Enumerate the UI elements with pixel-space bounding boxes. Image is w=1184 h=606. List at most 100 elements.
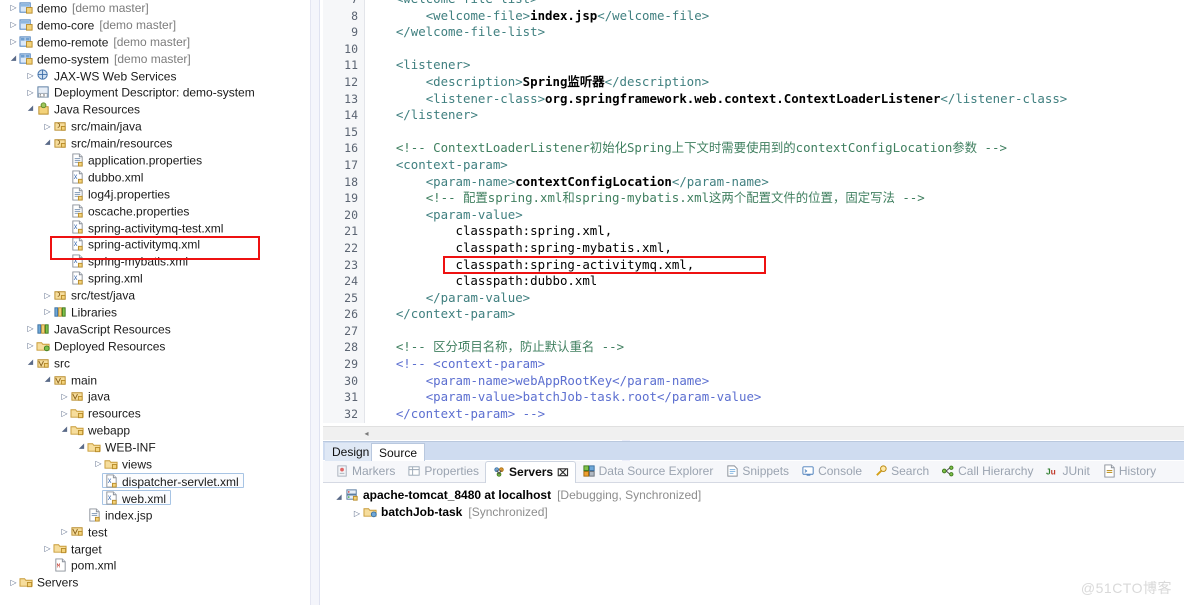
tree-item-resources[interactable]: resources xyxy=(0,405,310,422)
tree-twisty-closed[interactable] xyxy=(8,575,19,592)
code-line[interactable]: <!-- <context-param> xyxy=(366,356,1184,373)
design-source-tabbar[interactable]: Design Source xyxy=(323,441,1184,461)
tree-item-spring-activitymq-test-xml[interactable]: Xspring-activitymq-test.xml xyxy=(0,220,310,237)
tree-item-main[interactable]: main xyxy=(0,372,310,389)
tree-item-content[interactable]: Xdubbo.xml xyxy=(70,170,143,184)
explorer-vertical-scrollbar[interactable] xyxy=(310,0,630,606)
tree-item-content[interactable]: webapp xyxy=(70,423,130,438)
tree-twisty-closed[interactable] xyxy=(25,68,36,85)
tree-item-content[interactable]: test xyxy=(70,525,107,539)
tree-item-content[interactable]: Xspring.xml xyxy=(70,271,143,286)
tree-item-content[interactable]: Deployed Resources xyxy=(36,339,165,353)
tree-item-content[interactable]: demo-remote [demo master] xyxy=(19,35,190,49)
editor-page-tab-design[interactable]: Design xyxy=(325,443,377,461)
tree-item-content[interactable]: java xyxy=(70,389,110,404)
code-line[interactable]: </context-param> --> xyxy=(366,406,1184,423)
tree-item-spring-activitymq-xml[interactable]: Xspring-activitymq.xml xyxy=(0,236,310,253)
tree-item-content[interactable]: JavaScript Resources xyxy=(36,322,171,336)
tree-item-src[interactable]: src xyxy=(0,355,310,372)
editor-horizontal-scrollbar[interactable]: ◂ xyxy=(323,426,1184,440)
tree-twisty-open[interactable] xyxy=(42,372,53,390)
project-explorer-tree[interactable]: demo[demo master]demo-core[demo master]d… xyxy=(0,0,310,606)
tree-twisty-open[interactable] xyxy=(76,439,87,457)
tree-twisty-open[interactable] xyxy=(333,488,345,506)
tree-item-pom-xml[interactable]: Mpom.xml xyxy=(0,557,310,574)
code-line[interactable]: <listener-class>org.springframework.web.… xyxy=(366,91,1184,108)
view-tab-markers[interactable]: Markers xyxy=(329,461,401,482)
tree-item-content[interactable]: resources xyxy=(70,406,141,421)
servers-tree[interactable]: apache-tomcat_8480 at localhost [Debuggin… xyxy=(323,487,1184,606)
tree-item-deployment-descriptor-demo-system[interactable]: 1.0 Deployment Descriptor: demo-system xyxy=(0,84,310,101)
code-line[interactable] xyxy=(366,124,1184,141)
view-tab-junit[interactable]: Ju JUnit xyxy=(1039,461,1095,482)
code-line[interactable]: classpath:dubbo.xml xyxy=(366,273,1184,290)
tree-twisty-open[interactable] xyxy=(25,101,36,119)
tree-item-src-main-resources[interactable]: src/main/resources xyxy=(0,135,310,152)
tree-item-content[interactable]: src/main/resources xyxy=(53,136,172,151)
tree-item-webapp[interactable]: webapp xyxy=(0,422,310,439)
tree-item-content[interactable]: 1.0 Deployment Descriptor: demo-system xyxy=(36,85,255,100)
tree-twisty-open[interactable] xyxy=(8,51,19,69)
tree-item-views[interactable]: views xyxy=(0,456,310,473)
tree-item-java[interactable]: java xyxy=(0,388,310,405)
code-line[interactable]: <!-- 区分项目名称，防止默认重名 --> xyxy=(366,339,1184,356)
tree-item-content[interactable]: Xspring-mybatis.xml xyxy=(70,254,188,269)
tree-twisty-closed[interactable] xyxy=(42,288,53,305)
tree-item-content[interactable]: Xspring-activitymq.xml xyxy=(70,237,200,252)
tree-item-content[interactable]: oscache.properties xyxy=(70,203,189,218)
tree-item-content[interactable]: views xyxy=(104,457,152,471)
code-line[interactable]: <welcome-file>index.jsp</welcome-file> xyxy=(366,8,1184,25)
tree-item-content[interactable]: application.properties xyxy=(70,153,202,167)
code-line[interactable]: <param-name>contextConfigLocation</param… xyxy=(366,174,1184,191)
tree-twisty-closed[interactable] xyxy=(59,389,70,406)
code-line[interactable]: <listener> xyxy=(366,57,1184,74)
tree-item-demo-remote[interactable]: demo-remote [demo master] xyxy=(0,34,310,51)
view-tab-data-source-explorer[interactable]: Data Source Explorer xyxy=(576,461,720,482)
tree-twisty-closed[interactable] xyxy=(8,0,19,17)
tree-item-content[interactable]: JAX-WS Web Services xyxy=(36,69,176,83)
editor-page-tab-source[interactable]: Source xyxy=(371,443,426,461)
tree-item-content[interactable]: Xspring-activitymq-test.xml xyxy=(70,220,223,235)
tree-item-test[interactable]: test xyxy=(0,524,310,541)
tree-twisty-open[interactable] xyxy=(59,422,70,440)
tree-item-oscache-properties[interactable]: oscache.properties xyxy=(0,203,310,220)
tree-item-web-xml[interactable]: Xweb.xml xyxy=(0,489,310,507)
tree-item-content[interactable]: main xyxy=(53,373,97,387)
bottom-view-tabbar[interactable]: Markers Properties Servers ⌧ Data Source Exp… xyxy=(323,461,1184,483)
tree-twisty-closed[interactable] xyxy=(42,541,53,558)
tree-item-dubbo-xml[interactable]: Xdubbo.xml xyxy=(0,169,310,186)
tree-twisty-closed[interactable] xyxy=(42,119,53,136)
close-icon[interactable]: ⌧ xyxy=(557,468,569,479)
tree-item-spring-xml[interactable]: Xspring.xml xyxy=(0,270,310,287)
tree-twisty-closed[interactable] xyxy=(351,505,363,522)
view-tab-search[interactable]: Search xyxy=(868,461,935,482)
tree-item-java-resources[interactable]: Java Resources xyxy=(0,101,310,118)
tree-item-target[interactable]: target xyxy=(0,541,310,558)
tree-twisty-closed[interactable] xyxy=(25,321,36,338)
tree-item-content[interactable]: index.jsp xyxy=(87,508,152,522)
view-tab-snippets[interactable]: Snippets xyxy=(719,461,795,482)
view-tab-call-hierarchy[interactable]: Call Hierarchy xyxy=(935,461,1039,482)
tree-item-content[interactable]: src/test/java xyxy=(53,288,135,303)
code-line[interactable]: </welcome-file-list> xyxy=(366,24,1184,41)
tree-item-javascript-resources[interactable]: JavaScript Resources xyxy=(0,321,310,338)
code-line[interactable]: <context-param> xyxy=(366,157,1184,174)
tree-twisty-closed[interactable] xyxy=(8,17,19,34)
tree-item-demo-core[interactable]: demo-core [demo master] xyxy=(0,17,310,34)
tree-item-spring-mybatis-xml[interactable]: Xspring-mybatis.xml xyxy=(0,253,310,270)
tree-twisty-open[interactable] xyxy=(42,135,53,153)
tree-item-content[interactable]: Libraries xyxy=(53,305,117,319)
tree-item-content[interactable]: Servers xyxy=(19,575,78,590)
code-line[interactable]: <!-- 配置spring.xml和spring-mybatis.xml这两个配… xyxy=(366,190,1184,207)
view-tab-properties[interactable]: Properties xyxy=(401,461,485,482)
scroll-left-arrow-icon[interactable]: ◂ xyxy=(361,428,372,439)
server-row[interactable]: batchJob-task [Synchronized] xyxy=(323,504,1184,521)
code-line[interactable]: <param-name>webAppRootKey</param-name> xyxy=(366,373,1184,390)
tree-item-libraries[interactable]: Libraries xyxy=(0,304,310,321)
tree-item-content[interactable]: Java Resources xyxy=(36,102,140,117)
tree-item-src-main-java[interactable]: src/main/java xyxy=(0,118,310,135)
tree-item-demo-system[interactable]: demo-system [demo master] xyxy=(0,51,310,68)
tree-item-content[interactable]: Xdispatcher-servlet.xml xyxy=(102,472,244,489)
tree-twisty-closed[interactable] xyxy=(42,304,53,321)
tree-item-deployed-resources[interactable]: Deployed Resources xyxy=(0,338,310,355)
